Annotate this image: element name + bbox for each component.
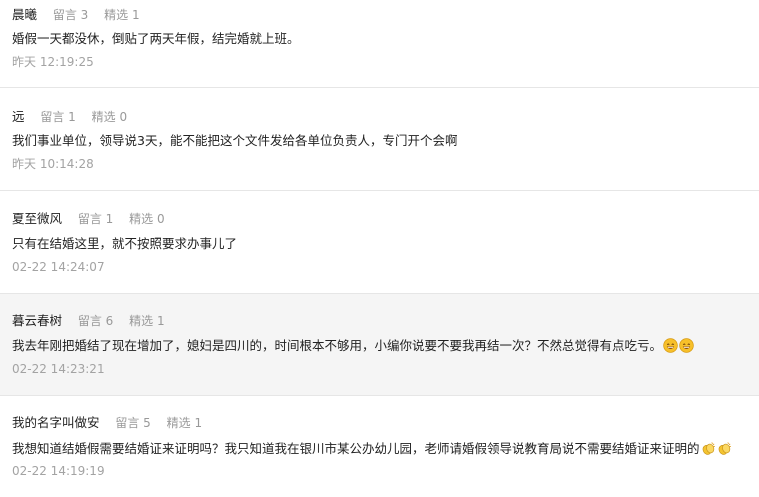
comment-username[interactable]: 远: [12, 109, 25, 124]
comment-time: 昨天 12:19:25: [12, 55, 94, 69]
comment-username[interactable]: 晨曦: [12, 7, 37, 22]
clap-emoji-icon: [701, 441, 716, 456]
comment-item: 暮云春树 留言 6 精选 1 我去年刚把婚结了现在增加了，媳妇是四川的，时间根本…: [0, 294, 759, 396]
reply-count[interactable]: 留言 1: [78, 212, 113, 226]
comment-username[interactable]: 夏至微风: [12, 211, 62, 226]
comment-list: 晨曦 留言 3 精选 1 婚假一天都没休，倒贴了两天年假，结完婚就上班。 昨天 …: [0, 0, 759, 497]
comment-meta: 夏至微风 留言 1 精选 0: [12, 211, 165, 227]
pick-count: 精选 1: [129, 314, 165, 328]
comment-text-line: 我去年刚把婚结了现在增加了，媳妇是四川的，时间根本不够用，小编你说要不要我再结一…: [12, 337, 694, 355]
pick-count: 精选 1: [166, 416, 203, 430]
comment-time: 02-22 14:24:07: [12, 260, 105, 274]
grin-emoji-icon: [663, 338, 678, 353]
comment-username[interactable]: 暮云春树: [12, 313, 62, 328]
comment-item: 我的名字叫做安 留言 5 精选 1 我想知道结婚假需要结婚证来证明吗？我只知道我…: [0, 396, 759, 497]
grin-emoji-icon: [679, 338, 694, 353]
clap-emoji-icon: [717, 441, 732, 456]
comment-meta: 远 留言 1 精选 0: [12, 109, 127, 125]
comment-text: 我去年刚把婚结了现在增加了，媳妇是四川的，时间根本不够用，小编你说要不要我再结一…: [12, 338, 663, 353]
pick-count: 精选 1: [104, 8, 140, 22]
reply-count[interactable]: 留言 1: [40, 110, 75, 124]
comment-meta: 我的名字叫做安 留言 5 精选 1: [12, 415, 202, 431]
comment-text: 我想知道结婚假需要结婚证来证明吗？我只知道我在银川市某公办幼儿园，老师请婚假领导…: [12, 441, 700, 456]
comment-time: 昨天 10:14:28: [12, 157, 94, 171]
comment-text: 我们事业单位，领导说3天，能不能把这个文件发给各单位负责人，专门开个会啊: [12, 133, 458, 148]
comment-item: 夏至微风 留言 1 精选 0 只有在结婚这里，就不按照要求办事儿了 02-22 …: [0, 191, 759, 294]
reply-count[interactable]: 留言 3: [53, 8, 88, 22]
pick-count: 精选 0: [129, 212, 165, 226]
comment-text: 只有在结婚这里，就不按照要求办事儿了: [12, 236, 238, 251]
comment-username[interactable]: 我的名字叫做安: [12, 415, 100, 430]
comment-time: 02-22 14:19:19: [12, 464, 105, 478]
comment-time: 02-22 14:23:21: [12, 362, 105, 376]
pick-count: 精选 0: [91, 110, 128, 124]
comment-item: 晨曦 留言 3 精选 1 婚假一天都没休，倒贴了两天年假，结完婚就上班。 昨天 …: [0, 0, 759, 88]
reply-count[interactable]: 留言 6: [78, 314, 113, 328]
reply-count[interactable]: 留言 5: [115, 416, 150, 430]
comment-text-line: 我想知道结婚假需要结婚证来证明吗？我只知道我在银川市某公办幼儿园，老师请婚假领导…: [12, 440, 732, 458]
comment-meta: 晨曦 留言 3 精选 1: [12, 7, 140, 23]
comment-item: 远 留言 1 精选 0 我们事业单位，领导说3天，能不能把这个文件发给各单位负责…: [0, 88, 759, 191]
comment-meta: 暮云春树 留言 6 精选 1: [12, 313, 165, 329]
comment-text: 婚假一天都没休，倒贴了两天年假，结完婚就上班。: [12, 31, 300, 46]
